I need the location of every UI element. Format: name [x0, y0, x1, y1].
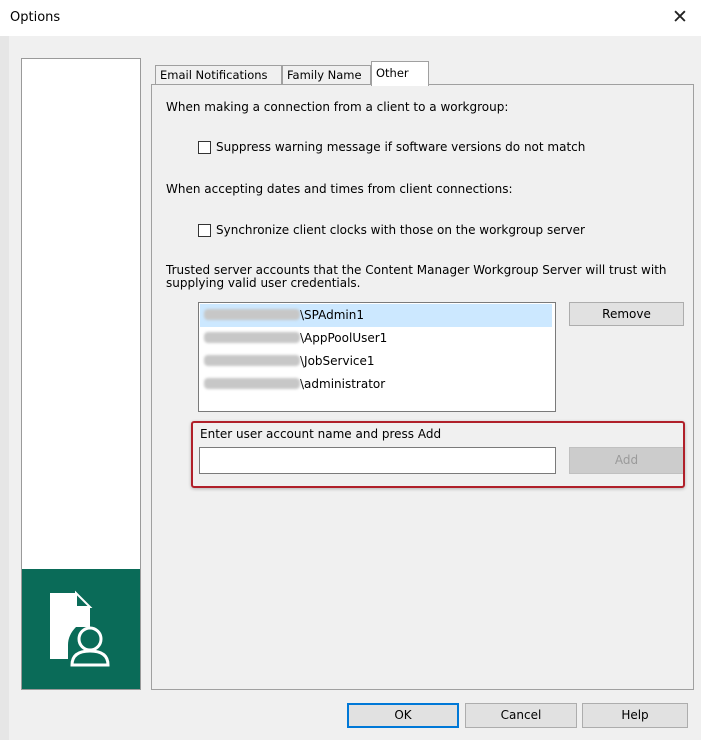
remove-button[interactable]: Remove: [569, 302, 684, 326]
app-logo: [22, 569, 140, 689]
window-title: Options: [10, 10, 61, 25]
document-user-icon: [50, 590, 110, 667]
tab-family-name[interactable]: Family Name: [282, 65, 371, 84]
title-bar[interactable]: Options ✕: [0, 0, 701, 36]
redacted-domain: [204, 332, 300, 343]
list-item[interactable]: \administrator: [200, 373, 552, 396]
window-frame: [0, 0, 9, 740]
list-item[interactable]: \AppPoolUser1: [200, 327, 552, 350]
sync-clocks-checkbox[interactable]: [198, 224, 211, 237]
tab-other[interactable]: Other: [371, 61, 429, 86]
trusted-accounts-label: Trusted server accounts that the Content…: [166, 263, 667, 277]
highlight-annotation: [191, 421, 685, 488]
ok-button[interactable]: OK: [347, 703, 459, 728]
trusted-accounts-label-2: supplying valid user credentials.: [166, 276, 361, 290]
sidebar-panel: [21, 58, 141, 690]
suppress-warning-checkbox[interactable]: [198, 141, 211, 154]
list-item[interactable]: \JobService1: [200, 350, 552, 373]
help-button[interactable]: Help: [582, 703, 688, 728]
connection-section-label: When making a connection from a client t…: [166, 100, 509, 114]
list-item[interactable]: \SPAdmin1: [200, 304, 552, 327]
close-icon[interactable]: ✕: [667, 5, 693, 29]
dates-section-label: When accepting dates and times from clie…: [166, 182, 513, 196]
redacted-domain: [204, 309, 300, 320]
sync-clocks-label[interactable]: Synchronize client clocks with those on …: [216, 223, 585, 237]
trusted-accounts-list[interactable]: \SPAdmin1 \AppPoolUser1 \JobService1 \ad…: [198, 302, 556, 412]
redacted-domain: [204, 378, 300, 389]
suppress-warning-label[interactable]: Suppress warning message if software ver…: [216, 140, 585, 154]
redacted-domain: [204, 355, 300, 366]
tab-email-notifications[interactable]: Email Notifications: [155, 65, 282, 84]
cancel-button[interactable]: Cancel: [465, 703, 577, 728]
